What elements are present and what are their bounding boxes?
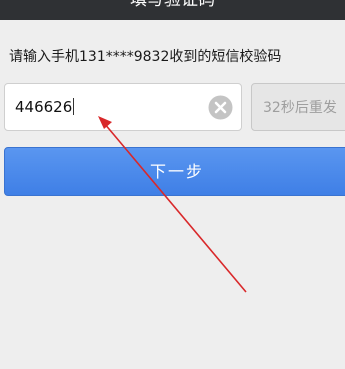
sms-code-prompt: 请输入手机131****9832收到的短信校验码 xyxy=(9,49,282,65)
resend-countdown-label: 32秒后重发 xyxy=(263,100,337,116)
text-cursor xyxy=(73,98,75,115)
title-bar: 填写验证码 xyxy=(0,0,345,20)
next-step-button[interactable]: 下一步 xyxy=(4,147,345,196)
verification-code-text: 446626 xyxy=(15,98,73,116)
verification-code-input[interactable]: 446626 xyxy=(4,83,242,131)
page-title: 填写验证码 xyxy=(130,0,215,10)
verification-code-value: 446626 xyxy=(15,96,75,118)
resend-code-button[interactable]: 32秒后重发 xyxy=(251,83,345,131)
clear-input-icon[interactable] xyxy=(208,95,233,120)
